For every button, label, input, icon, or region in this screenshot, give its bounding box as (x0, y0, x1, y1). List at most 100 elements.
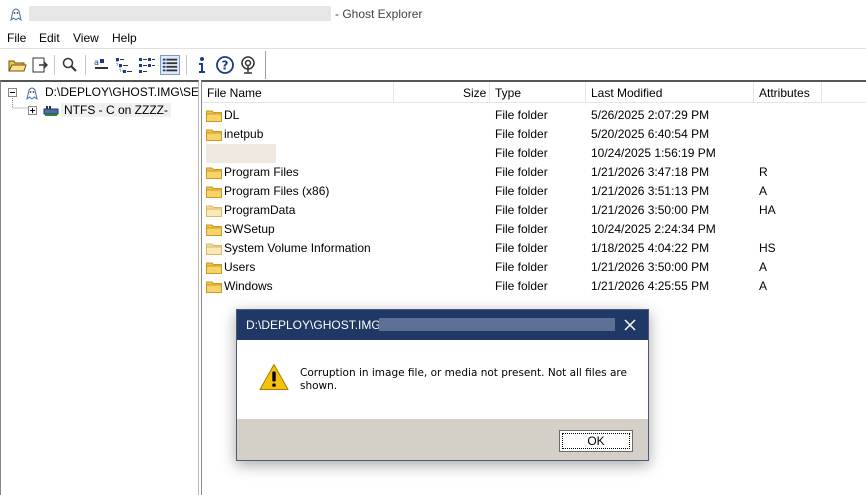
title-bar: - Ghost Explorer (0, 0, 866, 28)
svg-text:a: a (94, 58, 99, 67)
tree-pane[interactable]: D:\DEPLOY\GHOST.IMG\SEN NTFS - C on ZZZZ… (0, 80, 199, 495)
file-name: System Volume Information (224, 241, 371, 255)
column-header-attributes[interactable]: Attributes (759, 86, 810, 100)
tree-partition-label: NTFS - C on ZZZZ- (61, 103, 171, 117)
file-name: inetpub (224, 127, 264, 141)
file-type: File folder (495, 260, 548, 274)
file-name: Windows (224, 279, 273, 293)
file-last-modified: 1/21/2026 3:50:00 PM (591, 260, 710, 274)
dialog-title: D:\DEPLOY\GHOST.IMG\ (246, 318, 385, 332)
large-icons-view-icon[interactable]: a (92, 55, 112, 75)
file-type: File folder (495, 279, 548, 293)
file-row[interactable]: inetpub File folder 5/20/2025 6:40:54 PM (202, 125, 866, 144)
file-last-modified: 1/21/2026 3:50:00 PM (591, 203, 710, 217)
menu-bar: File Edit View Help (0, 28, 866, 48)
file-row[interactable]: DL File folder 5/26/2025 2:07:29 PM (202, 106, 866, 125)
expand-icon[interactable] (28, 106, 37, 115)
file-row[interactable]: Users File folder 1/21/2026 3:50:00 PM A (202, 258, 866, 277)
column-divider[interactable] (753, 82, 754, 102)
redacted-filename (379, 318, 615, 331)
ghost-app-icon (10, 8, 22, 22)
toolbar-separator (186, 55, 187, 75)
redacted-filename (29, 6, 331, 21)
file-name: SWSetup (224, 222, 275, 236)
properties-icon[interactable] (192, 55, 212, 75)
file-name: ProgramData (224, 203, 296, 217)
extract-icon[interactable] (30, 55, 50, 75)
open-folder-icon[interactable] (7, 55, 27, 75)
file-type: File folder (495, 146, 548, 160)
tree-node-partition[interactable]: NTFS - C on ZZZZ- (1, 96, 198, 120)
file-attributes: A (759, 260, 768, 274)
folder-icon (206, 205, 222, 217)
file-name: Program Files (x86) (224, 184, 330, 198)
list-header: File Name Size Type Last Modified Attrib… (202, 82, 866, 103)
menu-file[interactable]: File (7, 31, 26, 45)
file-type: File folder (495, 241, 548, 255)
menu-view[interactable]: View (73, 31, 99, 45)
file-name: Program Files (224, 165, 299, 179)
file-last-modified: 1/18/2025 4:04:22 PM (591, 241, 710, 255)
column-divider[interactable] (393, 82, 394, 102)
file-name: Users (224, 260, 256, 274)
window-title: - Ghost Explorer (335, 7, 423, 21)
folder-icon (206, 129, 222, 141)
file-row[interactable]: System Volume Information File folder 1/18… (202, 239, 866, 258)
folder-icon (206, 243, 222, 255)
dialog-message: Corruption in image file, or media not p… (300, 367, 627, 392)
warning-icon (259, 364, 289, 390)
file-attributes: R (759, 165, 768, 179)
dialog-title-bar: D:\DEPLOY\GHOST.IMG\ (237, 310, 648, 340)
details-view-icon[interactable] (160, 55, 180, 75)
file-attributes: HA (759, 203, 776, 217)
toolbar-separator (54, 55, 55, 75)
toolbar: a ? (0, 48, 866, 80)
file-attributes: A (759, 279, 768, 293)
folder-icon (206, 186, 222, 198)
file-type: File folder (495, 165, 548, 179)
file-type: File folder (495, 184, 548, 198)
menu-help[interactable]: Help (112, 31, 137, 45)
file-row[interactable]: Program Files (x86) File folder 1/21/2026 … (202, 182, 866, 201)
partition-icon (43, 106, 59, 116)
column-header-type[interactable]: Type (495, 86, 521, 100)
tree-root-label: D:\DEPLOY\GHOST.IMG\SEN (45, 85, 199, 99)
folder-icon (206, 224, 222, 236)
dialog-body: Corruption in image file, or media not p… (237, 340, 648, 419)
file-attributes: A (759, 184, 768, 198)
ok-button[interactable]: OK (559, 430, 633, 452)
column-header-last-modified[interactable]: Last Modified (591, 86, 662, 100)
error-dialog: D:\DEPLOY\GHOST.IMG\ Corruption in image… (236, 309, 649, 461)
file-name: DL (224, 108, 240, 122)
file-row[interactable]: Program Files File folder 1/21/2026 3:47:1… (202, 163, 866, 182)
list-view-icon[interactable] (137, 55, 157, 75)
folder-icon (206, 110, 222, 122)
toolbar-end-separator (265, 51, 266, 79)
file-last-modified: 5/26/2025 2:07:29 PM (591, 108, 710, 122)
column-header-name[interactable]: File Name (207, 86, 262, 100)
file-last-modified: 1/21/2026 4:25:55 PM (591, 279, 710, 293)
file-row[interactable]: File folder 10/24/2025 1:56:19 PM (202, 144, 866, 163)
file-last-modified: 10/24/2025 1:56:19 PM (591, 146, 716, 160)
folder-icon (206, 262, 222, 274)
file-type: File folder (495, 203, 548, 217)
help-icon[interactable]: ? (215, 55, 235, 75)
file-type: File folder (495, 127, 548, 141)
menu-edit[interactable]: Edit (39, 31, 60, 45)
column-divider[interactable] (489, 82, 490, 102)
folder-icon (206, 281, 222, 293)
close-icon[interactable] (621, 316, 639, 334)
file-last-modified: 1/21/2026 3:51:13 PM (591, 184, 710, 198)
span-icon[interactable] (238, 55, 258, 75)
column-header-size[interactable]: Size (463, 86, 486, 100)
svg-text:?: ? (222, 59, 229, 73)
folder-icon (206, 167, 222, 179)
file-row[interactable]: ProgramData File folder 1/21/2026 3:50:00 … (202, 201, 866, 220)
column-divider[interactable] (585, 82, 586, 102)
find-icon[interactable] (60, 55, 80, 75)
small-icons-view-icon[interactable] (114, 55, 134, 75)
column-divider[interactable] (821, 82, 822, 102)
dialog-footer: OK (237, 419, 648, 460)
file-row[interactable]: SWSetup File folder 10/24/2025 2:24:34 PM (202, 220, 866, 239)
file-row[interactable]: Windows File folder 1/21/2026 4:25:55 PM A (202, 277, 866, 296)
